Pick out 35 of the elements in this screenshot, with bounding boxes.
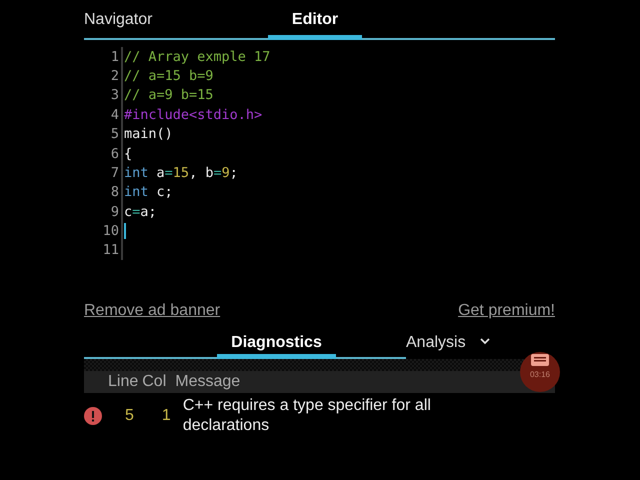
table-cell-text: C++ requires a type specifier for all declarations (182, 396, 432, 436)
code-line: int c; (124, 183, 173, 202)
code-line: main() (124, 125, 173, 144)
code-line: // a=15 b=9 (124, 66, 214, 86)
line-number: 4 (110, 106, 120, 125)
tab[interactable]: Navigator (84, 0, 214, 40)
line-number: 11 (102, 241, 120, 260)
recorder-button[interactable]: 03:16 (520, 352, 560, 392)
table-cell-text: 5 (125, 406, 134, 426)
tab[interactable]: Editor (268, 0, 362, 40)
chevron-down-icon (480, 338, 490, 345)
line-number: 5 (110, 125, 120, 144)
line-number: 6 (110, 144, 120, 164)
link[interactable]: Get premium! (458, 299, 555, 323)
code-line: c=a; (124, 202, 157, 222)
line-number: 10 (102, 222, 120, 242)
code-line: int a=15, b=9; (124, 164, 238, 183)
column-header: Line (108, 372, 138, 392)
column-header: Col (142, 372, 166, 392)
line-number: 3 (110, 86, 120, 106)
line-number: 7 (110, 164, 120, 183)
code-line: // a=9 b=15 (124, 86, 214, 106)
code-editor[interactable]: 1 // Array exmple 17 2 // a=15 b=9 3 // a=9 b=15 4 #include<stdio.h> 5 main() 6 { 7 int a=15, b=9; 8 int c; 9 c=a; 10 11 (84, 40, 555, 293)
line-number: 9 (110, 202, 120, 222)
line-number: 8 (110, 183, 120, 202)
code-line: #include<stdio.h> (124, 106, 262, 125)
error-icon (84, 407, 102, 425)
line-number: 2 (110, 66, 120, 86)
table-cell-text: 1 (162, 406, 171, 426)
code-line: // Array exmple 17 (124, 48, 270, 67)
code-line: { (124, 144, 132, 164)
keyboard-icon (531, 354, 549, 366)
link[interactable]: Remove ad banner (84, 299, 220, 323)
column-header: Message (175, 372, 240, 392)
line-number: 1 (110, 48, 120, 67)
